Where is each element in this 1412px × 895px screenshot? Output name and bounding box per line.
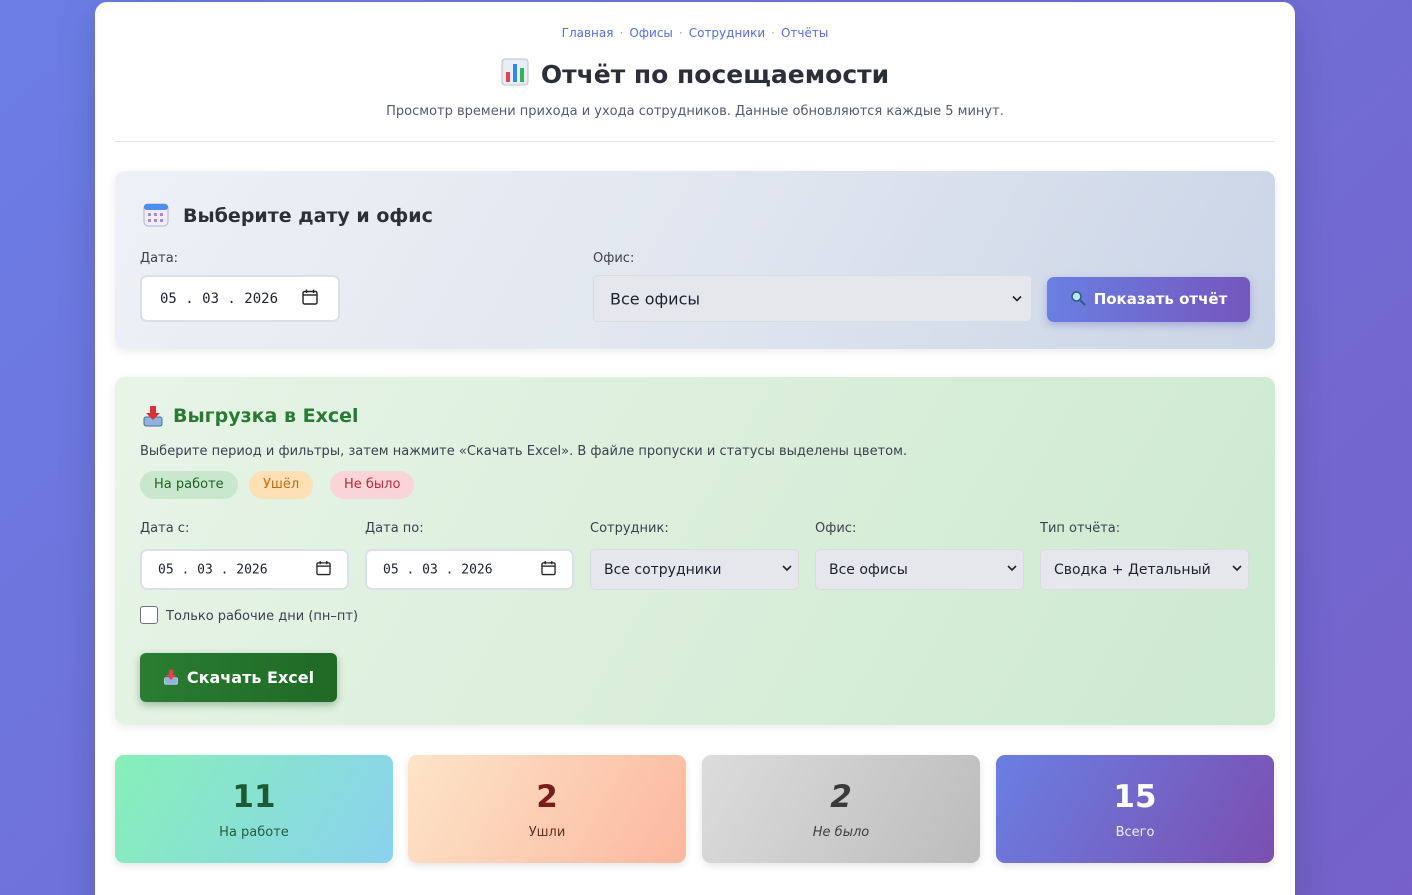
date-office-filter-card: Выберите дату и офис Дата: 05 . 03 . 202… bbox=[115, 171, 1275, 349]
download-excel-button[interactable]: Скачать Excel bbox=[140, 653, 337, 702]
page-title-text: Отчёт по посещаемости bbox=[540, 60, 890, 89]
employee-select-value: Все сотрудники bbox=[604, 561, 722, 578]
export-office-select[interactable]: Все офисы bbox=[815, 549, 1024, 590]
excel-export-card: Выгрузка в Excel Выберите период и фильт… bbox=[115, 377, 1275, 725]
date-from-input[interactable]: 05 . 03 . 2026 bbox=[140, 549, 349, 590]
stat-label: На работе bbox=[219, 825, 289, 840]
date-input-value: 05 . 03 . 2026 bbox=[160, 290, 279, 307]
legend-badge-absent: Не было bbox=[330, 471, 415, 499]
workdays-only-label: Только рабочие дни (пн–пт) bbox=[166, 609, 359, 624]
chevron-down-icon bbox=[1006, 562, 1018, 578]
report-page: Главная · Офисы · Сотрудники · Отчёты Отчёт по… bbox=[95, 2, 1295, 895]
date-to-value: 05 . 03 . 2026 bbox=[383, 562, 493, 577]
export-heading: Выгрузка в Excel bbox=[143, 405, 358, 432]
office-select[interactable]: Все офисы bbox=[593, 275, 1032, 322]
stat-value: 2 bbox=[536, 779, 558, 815]
stat-value: 2 bbox=[830, 779, 852, 815]
workdays-only-checkbox[interactable] bbox=[140, 606, 158, 624]
nav-separator: · bbox=[771, 26, 775, 40]
workdays-only-option[interactable]: Только рабочие дни (пн–пт) bbox=[140, 606, 358, 624]
office-label: Офис: bbox=[593, 251, 635, 266]
show-report-button[interactable]: Показать отчёт bbox=[1047, 277, 1250, 322]
date-from-label: Дата с: bbox=[140, 521, 190, 536]
top-nav: Главная · Офисы · Сотрудники · Отчёты bbox=[95, 26, 1295, 40]
filter-heading-text: Выберите дату и офис bbox=[183, 205, 433, 227]
export-heading-text: Выгрузка в Excel bbox=[173, 405, 359, 427]
filter-heading: Выберите дату и офис bbox=[143, 201, 433, 232]
stat-value: 15 bbox=[1113, 779, 1157, 815]
nav-separator: · bbox=[619, 26, 624, 40]
nav-link-home[interactable]: Главная bbox=[562, 26, 614, 40]
report-type-select-value: Сводка + Детальный bbox=[1054, 561, 1211, 578]
legend-badge-at-work: На работе bbox=[140, 471, 238, 499]
show-report-label: Показать отчёт bbox=[1093, 290, 1228, 308]
page-title: Отчёт по посещаемости bbox=[95, 58, 1295, 92]
nav-link-offices[interactable]: Офисы bbox=[629, 26, 673, 40]
stat-card-at-work: 11 На работе bbox=[115, 755, 393, 863]
export-description: Выберите период и фильтры, затем нажмите… bbox=[140, 444, 908, 459]
stat-card-absent: 2 Не было bbox=[702, 755, 980, 863]
report-type-select[interactable]: Сводка + Детальный bbox=[1040, 549, 1249, 590]
office-select-value: Все офисы bbox=[610, 289, 700, 308]
page-subtitle: Просмотр времени прихода и ухода сотрудн… bbox=[386, 104, 1004, 119]
stat-label: Ушли bbox=[528, 825, 566, 840]
nav-link-employees[interactable]: Сотрудники bbox=[689, 26, 765, 40]
nav-separator: · bbox=[678, 26, 683, 40]
inbox-tray-icon bbox=[143, 405, 163, 432]
stat-card-total: 15 Всего bbox=[996, 755, 1274, 863]
date-to-label: Дата по: bbox=[365, 521, 424, 536]
nav-link-reports[interactable]: Отчёты bbox=[781, 26, 828, 40]
date-from-value: 05 . 03 . 2026 bbox=[158, 562, 268, 577]
header-divider bbox=[115, 141, 1275, 142]
legend-badge-left: Ушёл bbox=[249, 471, 314, 499]
stat-label: Не было bbox=[812, 825, 870, 840]
calendar-picker-icon[interactable] bbox=[316, 560, 331, 579]
stat-value: 11 bbox=[232, 779, 276, 815]
date-to-input[interactable]: 05 . 03 . 2026 bbox=[365, 549, 574, 590]
calendar-picker-icon[interactable] bbox=[302, 289, 318, 309]
employee-label: Сотрудник: bbox=[590, 521, 669, 536]
inbox-tray-icon bbox=[163, 655, 179, 704]
chevron-down-icon bbox=[1231, 562, 1243, 578]
date-input[interactable]: 05 . 03 . 2026 bbox=[140, 275, 340, 322]
calendar-icon bbox=[143, 201, 169, 232]
magnifier-icon bbox=[1070, 279, 1086, 324]
chevron-down-icon bbox=[1011, 289, 1023, 308]
bar-chart-icon bbox=[501, 58, 529, 92]
chevron-down-icon bbox=[781, 562, 793, 578]
stat-card-left: 2 Ушли bbox=[408, 755, 686, 863]
export-office-label: Офис: bbox=[815, 521, 857, 536]
download-excel-label: Скачать Excel bbox=[186, 668, 315, 687]
calendar-picker-icon[interactable] bbox=[541, 560, 556, 579]
report-type-label: Тип отчёта: bbox=[1040, 521, 1121, 536]
date-label: Дата: bbox=[140, 251, 179, 266]
employee-select[interactable]: Все сотрудники bbox=[590, 549, 799, 590]
export-office-select-value: Все офисы bbox=[829, 561, 908, 578]
stat-label: Всего bbox=[1115, 825, 1155, 840]
